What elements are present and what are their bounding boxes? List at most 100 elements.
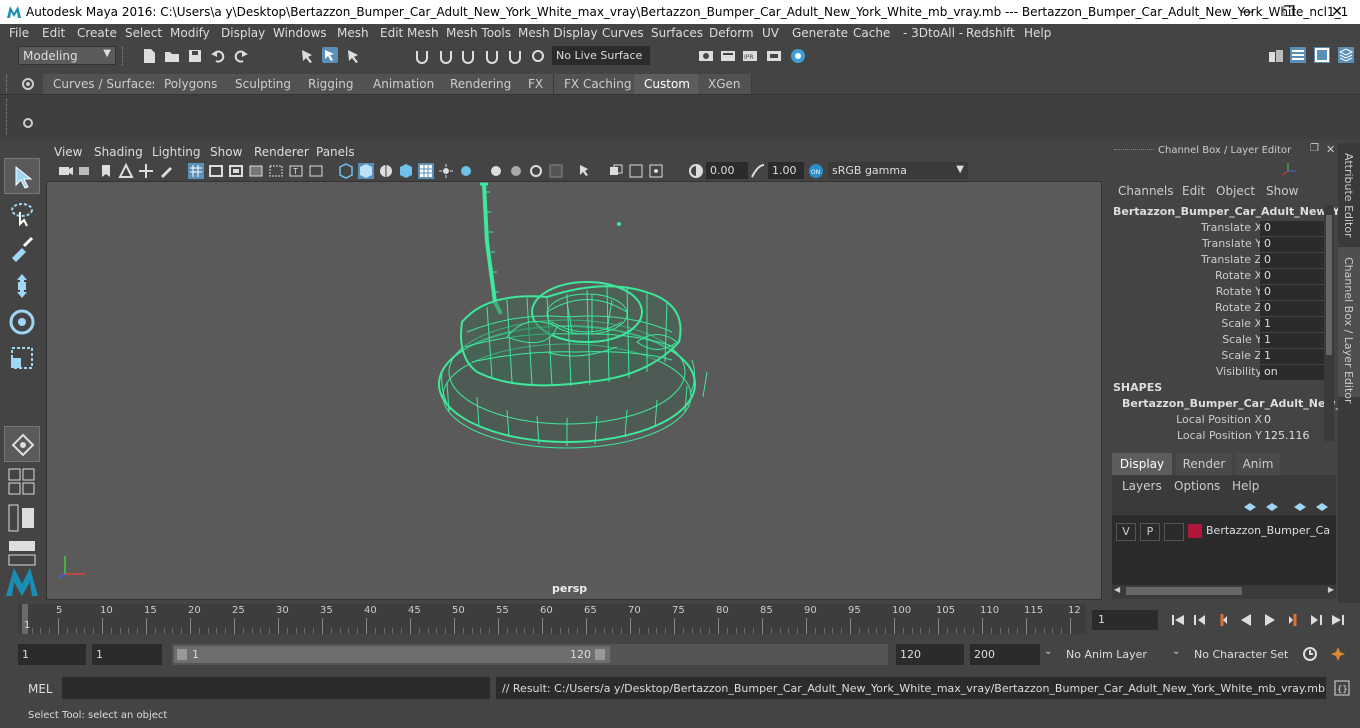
- shelf-tab-xgen[interactable]: XGen: [698, 74, 752, 94]
- select-by-object-icon[interactable]: [322, 47, 338, 63]
- safe-title-icon[interactable]: [308, 163, 324, 179]
- four-view-layout-icon[interactable]: [8, 468, 36, 496]
- channel-row[interactable]: Scale X1: [1106, 317, 1326, 333]
- channel-row[interactable]: Rotate Z0: [1106, 301, 1326, 317]
- layer-tab-anim[interactable]: Anim: [1236, 453, 1280, 475]
- scene-end-field[interactable]: 200: [970, 644, 1040, 665]
- paint-select-tool-icon[interactable]: [8, 234, 36, 262]
- mode-selector[interactable]: Modeling ▼: [18, 46, 116, 65]
- shelf-tab-fx[interactable]: FX: [518, 74, 555, 94]
- menu-file[interactable]: File: [9, 26, 29, 40]
- step-forward-frame-icon[interactable]: [1308, 612, 1324, 628]
- layer-row[interactable]: V P Bertazzon_Bumper_Car_A: [1116, 523, 1330, 541]
- textured-icon[interactable]: [398, 163, 414, 179]
- isolate-select-icon[interactable]: [578, 163, 594, 179]
- layers-menu[interactable]: Layers: [1122, 479, 1162, 493]
- wireframe-on-shaded-icon[interactable]: [418, 163, 434, 179]
- viewport-menu-panels[interactable]: Panels: [316, 145, 355, 159]
- play-forwards-icon[interactable]: [1262, 612, 1278, 628]
- viewport-menu-shading[interactable]: Shading: [94, 145, 143, 159]
- viewport-menu-view[interactable]: View: [54, 145, 82, 159]
- playback-start-field[interactable]: 1: [92, 644, 162, 665]
- scene-start-field[interactable]: 1: [18, 644, 86, 665]
- character-set-dropdown[interactable]: No Character Set: [1190, 644, 1294, 665]
- menu-deform[interactable]: Deform: [709, 26, 754, 40]
- graph-layout-icon[interactable]: [8, 540, 36, 568]
- help-menu[interactable]: Help: [1232, 479, 1259, 493]
- shelf-tab-custom[interactable]: Custom: [634, 74, 701, 94]
- channels-menu[interactable]: Channels: [1118, 184, 1174, 198]
- step-back-key-icon[interactable]: [1214, 612, 1230, 628]
- channel-row[interactable]: Scale Z1: [1106, 349, 1326, 365]
- select-tool-button[interactable]: [4, 158, 40, 194]
- render-settings-icon[interactable]: [698, 48, 714, 64]
- menu-mesh-display[interactable]: Mesh Display: [518, 26, 598, 40]
- current-frame-field[interactable]: 1: [1092, 610, 1158, 630]
- close-panel-icon[interactable]: ✕: [1326, 143, 1335, 156]
- layer-tab-display[interactable]: Display: [1112, 453, 1172, 475]
- channel-row[interactable]: Local Position X0: [1106, 413, 1326, 429]
- image-plane-icon[interactable]: [118, 163, 134, 179]
- undo-icon[interactable]: [210, 48, 226, 64]
- edit-menu[interactable]: Edit: [1182, 184, 1205, 198]
- select-by-component-icon[interactable]: [346, 48, 362, 64]
- menu-edit-mesh[interactable]: Edit Mesh: [380, 26, 439, 40]
- channel-value[interactable]: 0: [1260, 221, 1324, 236]
- layer-visibility-toggle[interactable]: V: [1116, 523, 1136, 541]
- render-frame-icon[interactable]: [720, 48, 736, 64]
- scrollbar-thumb[interactable]: [1126, 587, 1242, 595]
- menu-curves[interactable]: Curves: [602, 26, 644, 40]
- grease-pencil-icon[interactable]: [158, 163, 174, 179]
- open-scene-icon[interactable]: [164, 48, 180, 64]
- layer-color-swatch[interactable]: [1188, 524, 1202, 538]
- film-gate-icon[interactable]: [208, 163, 224, 179]
- shelf-tab-rendering[interactable]: Rendering: [440, 74, 523, 94]
- channel-row[interactable]: Translate Z0: [1106, 253, 1326, 269]
- new-layer-selected-icon[interactable]: [1264, 499, 1280, 515]
- animation-preferences-icon[interactable]: [1330, 646, 1346, 662]
- gamma-field[interactable]: 1.00: [768, 162, 804, 179]
- camera-icon[interactable]: [58, 163, 74, 179]
- viewport-menu-renderer[interactable]: Renderer: [254, 145, 309, 159]
- maximize-button[interactable]: ❐: [1274, 2, 1304, 22]
- object-menu[interactable]: Object: [1216, 184, 1255, 198]
- channel-box-scrollbar[interactable]: [1324, 205, 1334, 441]
- channel-value[interactable]: 0: [1260, 237, 1324, 252]
- auto-key-icon[interactable]: [1302, 646, 1318, 662]
- close-button[interactable]: ✕: [1322, 2, 1352, 22]
- workspace-icon[interactable]: [1268, 48, 1284, 64]
- shelf-tab-rigging[interactable]: Rigging: [298, 74, 365, 94]
- scroll-left-icon[interactable]: ◀: [1114, 585, 1120, 594]
- channel-row[interactable]: Translate X0: [1106, 221, 1326, 237]
- channel-row[interactable]: Local Position Y 125.116: [1106, 429, 1326, 445]
- exposure-icon[interactable]: [688, 163, 704, 179]
- channel-value[interactable]: 125.116: [1260, 429, 1324, 444]
- hypershade-icon[interactable]: [790, 48, 806, 64]
- shelf-tab-sculpting[interactable]: Sculpting: [225, 74, 303, 94]
- options-menu[interactable]: Options: [1174, 479, 1220, 493]
- layer-horizontal-scrollbar[interactable]: ◀ ▶: [1112, 585, 1336, 597]
- channel-value[interactable]: 1: [1260, 333, 1324, 348]
- time-slider[interactable]: 1 5 10 15 20 25 30 35 40 45 50 55 60 65 70 75 80 85 90 95 1…: [18, 604, 1086, 634]
- exposure-field[interactable]: 0.00: [706, 162, 748, 179]
- script-language-label[interactable]: MEL: [28, 682, 53, 696]
- chevron-down-icon[interactable]: ⌄: [1172, 646, 1180, 657]
- viewport-menu-show[interactable]: Show: [210, 145, 242, 159]
- anim-layer-dropdown[interactable]: No Anim Layer: [1062, 644, 1162, 665]
- go-to-start-icon[interactable]: [1170, 612, 1186, 628]
- shelf-tab-animation[interactable]: Animation: [363, 74, 446, 94]
- depth-of-field-icon[interactable]: [548, 163, 564, 179]
- object-name[interactable]: Bertazzon_Bumper_Car_Adult_New_Y...: [1113, 205, 1351, 218]
- color-space-dropdown[interactable]: sRGB gamma ▼: [828, 162, 968, 179]
- gamma-icon[interactable]: [750, 163, 766, 179]
- menu-generate[interactable]: Generate: [792, 26, 848, 40]
- layer-display-type-toggle[interactable]: [1164, 523, 1184, 541]
- playback-end-field[interactable]: 120: [896, 644, 964, 665]
- range-end-handle[interactable]: [595, 649, 605, 660]
- command-input[interactable]: [62, 677, 490, 699]
- channel-row[interactable]: Rotate X0: [1106, 269, 1326, 285]
- minimize-button[interactable]: —: [1232, 2, 1262, 22]
- menu-uv[interactable]: UV: [762, 26, 779, 40]
- move-tool-icon[interactable]: [8, 272, 36, 300]
- shadows-icon[interactable]: [458, 163, 474, 179]
